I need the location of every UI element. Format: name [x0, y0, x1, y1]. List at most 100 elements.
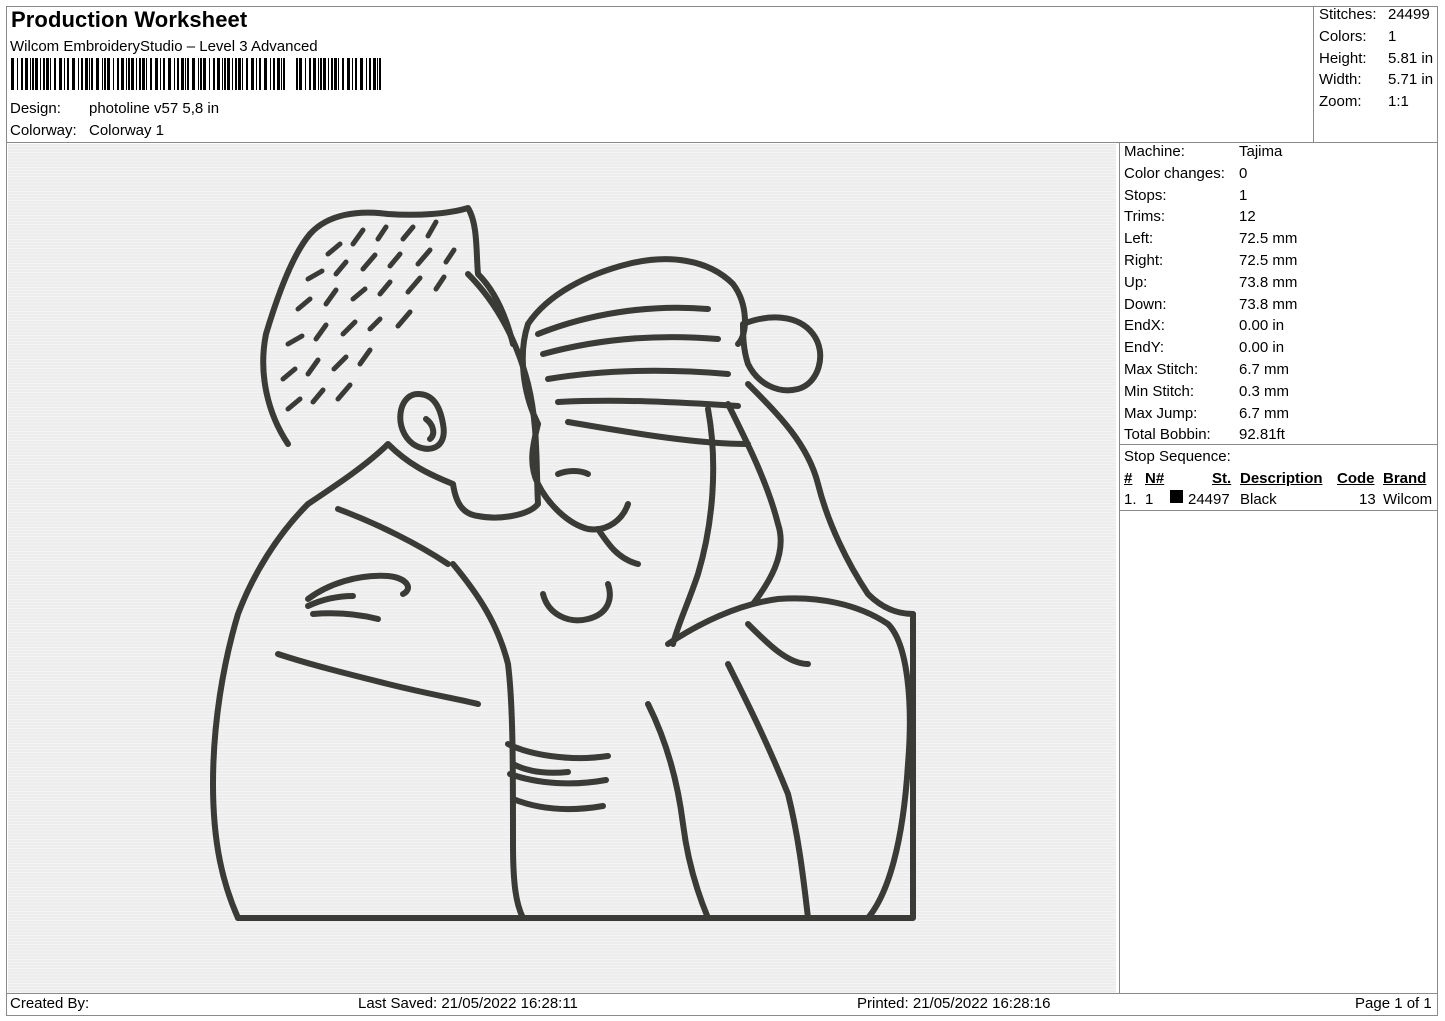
barcode-bar: [89, 58, 90, 90]
barcode-bar: [360, 58, 363, 90]
machine-value: 1: [1239, 186, 1248, 204]
machine-value: 0.3 mm: [1239, 382, 1290, 400]
machine-value: Tajima: [1239, 143, 1283, 160]
barcode-bar: [54, 58, 56, 90]
stat-value: 5.71 in: [1388, 71, 1434, 89]
machine-row: Up: 73.8 mm: [1122, 274, 1438, 296]
barcode-bar: [160, 58, 161, 90]
machine-label: Max Stitch:: [1124, 360, 1199, 378]
stat-label: Width:: [1319, 71, 1362, 89]
created-by: Created By:: [10, 995, 90, 1012]
machine-row: Max Stitch: 6.7 mm: [1122, 361, 1438, 383]
machine-value: 73.8 mm: [1239, 273, 1298, 291]
barcode-bar: [366, 58, 367, 90]
barcode: [11, 58, 381, 90]
machine-label: EndX:: [1124, 317, 1165, 335]
machine-row: Right: 72.5 mm: [1122, 252, 1438, 274]
barcode-bar: [259, 58, 261, 90]
stop-sequence-title: Stop Sequence:: [1124, 448, 1231, 465]
barcode-bar: [32, 58, 34, 90]
embroidery-artwork: [210, 205, 916, 921]
stat-value: 24499: [1388, 6, 1430, 23]
stat-row: Stitches: 24499: [1317, 6, 1437, 28]
barcode-bar: [328, 58, 329, 90]
stat-label: Stitches:: [1319, 6, 1377, 23]
machine-row: Left: 72.5 mm: [1122, 230, 1438, 252]
row-description: Black: [1240, 491, 1277, 508]
barcode-bar: [43, 58, 45, 90]
barcode-bar: [102, 58, 103, 90]
barcode-bar: [72, 58, 75, 90]
machine-row: EndX: 0.00 in: [1122, 317, 1438, 339]
stat-row: Colors: 1: [1317, 28, 1437, 50]
machine-label: Max Jump:: [1124, 404, 1198, 422]
barcode-bar: [352, 58, 353, 90]
barcode-bar: [198, 58, 199, 90]
barcode-bar: [50, 58, 51, 90]
barcode-bar: [273, 58, 275, 90]
machine-row: Down: 73.8 mm: [1122, 296, 1438, 318]
thread-color-swatch: [1170, 490, 1183, 503]
row-stitches: 24497: [1188, 491, 1230, 508]
barcode-bar: [242, 58, 243, 90]
row-num: 1.: [1124, 491, 1137, 508]
barcode-bar: [96, 58, 99, 90]
barcode-bar: [355, 58, 357, 90]
machine-label: Trims:: [1124, 208, 1166, 226]
barcode-bar: [117, 58, 119, 90]
stat-label: Height:: [1319, 49, 1367, 67]
barcode-bar: [283, 58, 285, 90]
last-saved: Last Saved: 21/05/2022 16:28:11: [358, 995, 578, 1012]
machine-value: 92.81ft: [1239, 426, 1285, 444]
barcode-bar: [64, 58, 65, 90]
barcode-bar: [78, 58, 79, 90]
barcode-bar: [126, 58, 127, 90]
design-value: photoline v57 5,8 in: [89, 100, 220, 117]
row-brand: Wilcom: [1383, 491, 1433, 508]
col-header-description: Description: [1240, 470, 1323, 487]
barcode-bar: [192, 58, 195, 90]
barcode-bar: [347, 58, 350, 90]
machine-row: Machine: Tajima: [1122, 143, 1438, 165]
machine-row: Color changes: 0: [1122, 165, 1438, 187]
machine-label: Up:: [1124, 273, 1148, 291]
barcode-bar: [313, 58, 316, 90]
col-header-n: N#: [1145, 470, 1165, 487]
barcode-bar: [139, 58, 141, 90]
barcode-bar: [142, 58, 145, 90]
stat-label: Zoom:: [1319, 93, 1362, 111]
barcode-bar: [113, 58, 114, 90]
footer-divider: [6, 993, 1438, 994]
barcode-bar: [91, 58, 93, 90]
barcode-bar: [168, 58, 171, 90]
machine-value: 6.7 mm: [1239, 360, 1290, 378]
barcode-bar: [232, 58, 233, 90]
barcode-bar: [185, 58, 186, 90]
barcode-bar: [251, 58, 254, 90]
barcode-bar: [377, 58, 378, 90]
barcode-bar: [40, 58, 41, 90]
barcode-bar: [177, 58, 179, 90]
barcode-bar: [342, 58, 344, 90]
machine-row: Trims: 12: [1122, 208, 1438, 230]
barcode-bar: [200, 58, 202, 90]
barcode-bar: [217, 58, 220, 90]
barcode-bar: [67, 58, 69, 90]
machine-label: Right:: [1124, 251, 1164, 269]
machine-row: Min Stitch: 0.3 mm: [1122, 383, 1438, 405]
design-stats: Stitches: 24499 Colors: 1 Height: 5.81 in W…: [1317, 6, 1437, 115]
barcode-bar: [281, 58, 282, 90]
machine-value: 12: [1239, 208, 1256, 226]
barcode-bar: [150, 58, 152, 90]
page-title: Production Worksheet: [11, 7, 248, 32]
stat-row: Zoom: 1:1: [1317, 93, 1437, 115]
stat-row: Width: 5.71 in: [1317, 71, 1437, 93]
machine-label: Stops:: [1124, 186, 1167, 204]
barcode-bar: [35, 58, 38, 90]
barcode-bar: [277, 58, 280, 90]
canvas-divider: [1119, 142, 1120, 994]
barcode-bar: [85, 58, 88, 90]
machine-value: 0.00 in: [1239, 317, 1285, 335]
barcode-bar: [369, 58, 371, 90]
barcode-bar: [203, 58, 206, 90]
